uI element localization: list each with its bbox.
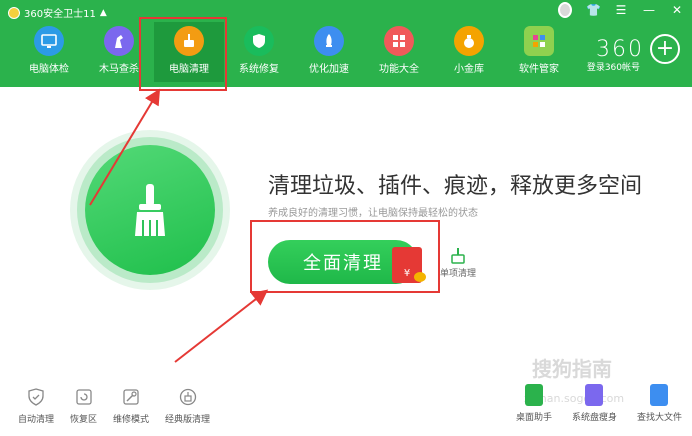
annotation-arrows [89,88,269,363]
arrow-to-clean [174,289,269,363]
arrow-to-nav [89,88,161,206]
